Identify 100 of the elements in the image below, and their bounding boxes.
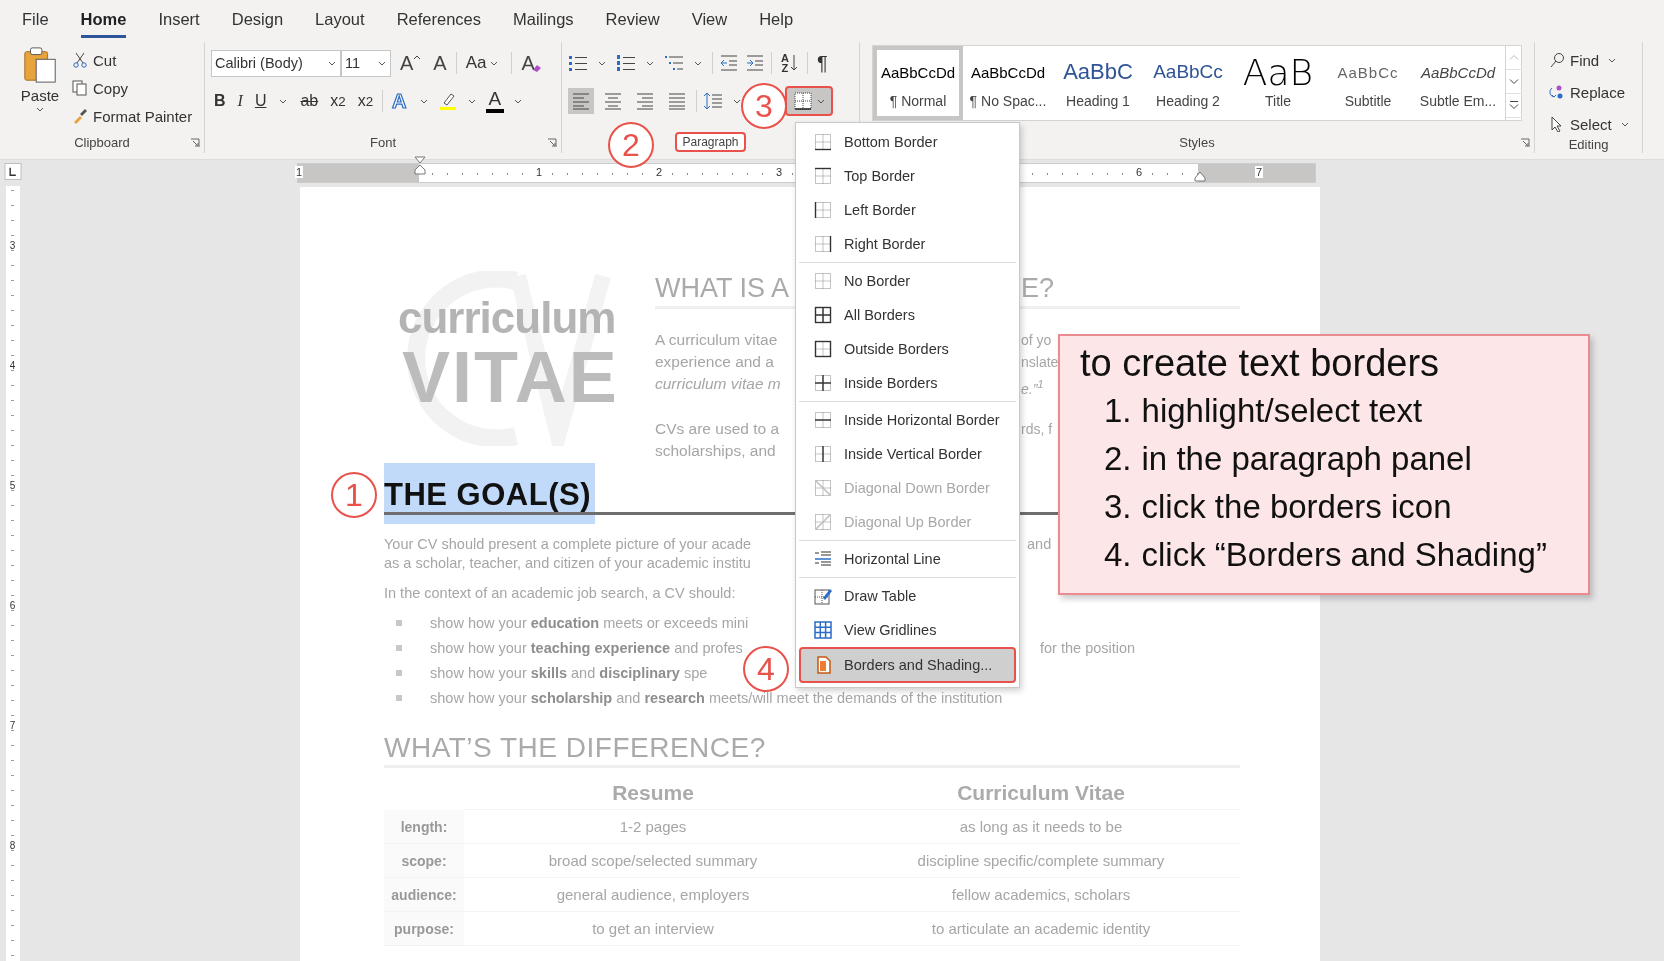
ribbon-tab[interactable]: References (396, 0, 482, 38)
menu-item[interactable]: Horizontal Line (799, 542, 1016, 576)
indent-marker-icon[interactable] (414, 156, 426, 178)
sort-button[interactable]: A Z (778, 50, 801, 76)
caret-icon[interactable] (1608, 57, 1617, 63)
caret-icon[interactable] (694, 60, 702, 66)
body-text: Your CV should present a complete picture of your acade (384, 535, 752, 554)
bullets-icon[interactable] (568, 53, 588, 73)
line-spacing-icon[interactable] (703, 91, 723, 111)
caret-icon[interactable] (467, 98, 476, 104)
menu-item[interactable]: Right Border (799, 227, 1016, 261)
bold-button[interactable]: B (211, 88, 229, 114)
step-number: 4. (1104, 536, 1132, 575)
ruler-number: 4 (8, 361, 17, 373)
tab-selector-icon[interactable] (3, 163, 22, 180)
ribbon-tab[interactable]: Design (231, 0, 284, 38)
copy-button[interactable]: Copy (72, 76, 193, 100)
caret-icon[interactable] (646, 60, 654, 66)
caret-icon[interactable] (817, 98, 825, 104)
caret-icon[interactable] (733, 98, 741, 104)
ribbon-tab[interactable]: File (22, 0, 49, 38)
replace-button[interactable]: Replace (1549, 80, 1636, 104)
format-painter-button[interactable]: Format Painter (72, 104, 193, 128)
ruler-number: 1 (295, 166, 303, 178)
style-item[interactable]: AaBbCc Subtitle (1323, 46, 1413, 120)
paste-button[interactable]: Paste (14, 42, 66, 131)
menu-item[interactable]: No Border (799, 264, 1016, 298)
logo-text: curriculum (398, 293, 616, 343)
style-item[interactable]: AaBbCcDd ¶ No Spac... (963, 46, 1053, 120)
menu-item[interactable]: View Gridlines (799, 613, 1016, 647)
style-preview: AaBbCcDd (970, 62, 1046, 83)
clipboard-icon (22, 46, 58, 84)
caret-icon[interactable] (514, 98, 523, 104)
dialog-launcher-icon[interactable] (547, 138, 557, 148)
menu-item[interactable]: Top Border (799, 159, 1016, 193)
dialog-launcher-icon[interactable] (1520, 138, 1530, 148)
caret-icon[interactable] (598, 60, 606, 66)
style-item[interactable]: AaBbCcDd Subtle Em... (1413, 46, 1503, 120)
step-text: click “Borders and Shading” (1141, 536, 1547, 575)
ruler-number: 6 (8, 601, 17, 613)
style-name: Heading 1 (1066, 93, 1130, 109)
italic-button[interactable]: I (234, 88, 246, 114)
borders-button[interactable] (785, 86, 833, 116)
menu-item[interactable]: All Borders (799, 298, 1016, 332)
group-label: Editing (1567, 136, 1610, 153)
style-item[interactable]: AaB Title (1233, 46, 1323, 120)
arrow-icon (789, 54, 798, 72)
ribbon-tab[interactable]: View (691, 0, 728, 38)
menu-item[interactable]: Left Border (799, 193, 1016, 227)
caret-icon[interactable] (328, 60, 336, 66)
ribbon-tab[interactable]: Mailings (513, 0, 574, 38)
table-cell: to get an interview (464, 912, 842, 946)
font-size-field[interactable]: 11 (341, 49, 391, 77)
caret-icon[interactable] (490, 60, 499, 66)
ribbon-tab[interactable]: Review (605, 0, 660, 38)
ribbon-tab[interactable]: Insert (158, 0, 200, 38)
cut-button[interactable]: Cut (72, 48, 193, 72)
caret-icon[interactable] (378, 60, 386, 66)
highlighter-icon[interactable] (437, 91, 458, 111)
menu-item[interactable]: Borders and Shading... (799, 647, 1016, 683)
style-item[interactable]: AaBbC Heading 1 (1053, 46, 1143, 120)
underline-button[interactable]: U (251, 88, 270, 114)
shrink-font-button[interactable]: A (430, 50, 450, 76)
step-text: in the paragraph panel (1141, 440, 1472, 479)
align-center-icon (603, 91, 623, 111)
caret-icon[interactable] (279, 98, 288, 104)
grow-font-button[interactable]: A (397, 50, 425, 76)
row-label: audience: (384, 878, 464, 912)
ribbon-tab[interactable]: Layout (315, 0, 365, 38)
group-label: Font (369, 133, 397, 151)
style-item[interactable]: AaBbCcDd ¶ Normal (873, 46, 963, 120)
style-name: Subtitle (1344, 93, 1392, 109)
strikethrough-button[interactable]: ab (297, 88, 322, 114)
menu-item[interactable]: Draw Table (799, 579, 1016, 613)
multilevel-list-icon[interactable] (664, 53, 684, 73)
step-number: 3. (1104, 488, 1132, 527)
caret-icon[interactable] (36, 107, 44, 112)
style-item[interactable]: AaBbCc Heading 2 (1143, 46, 1233, 120)
caret-icon[interactable] (419, 98, 428, 104)
change-case-button[interactable]: Aa (462, 50, 506, 76)
show-marks-button[interactable]: ¶ (813, 50, 831, 76)
font-name-field[interactable]: Calibri (Body) (211, 49, 341, 77)
caret-icon[interactable] (1620, 121, 1629, 127)
clear-formatting-button[interactable]: A (518, 50, 545, 76)
select-button[interactable]: Select (1549, 112, 1636, 136)
indent-marker-icon[interactable] (1194, 170, 1206, 182)
menu-item[interactable]: Inside Horizontal Border (799, 403, 1016, 437)
body-text: and (1027, 535, 1052, 554)
font-color-button[interactable]: A (485, 89, 505, 113)
menu-item[interactable]: Outside Borders (799, 332, 1016, 366)
row-label: purpose: (384, 912, 464, 946)
style-preview: AaB (1242, 57, 1314, 87)
menu-item[interactable]: Inside Borders (799, 366, 1016, 400)
numbering-icon[interactable] (616, 53, 636, 73)
find-button[interactable]: Find (1549, 48, 1636, 72)
ribbon-tab[interactable]: Help (759, 0, 794, 38)
menu-item[interactable]: Inside Vertical Border (799, 437, 1016, 471)
menu-item[interactable]: Bottom Border (799, 125, 1016, 159)
step-text: click the borders icon (1141, 488, 1452, 527)
dialog-launcher-icon[interactable] (190, 138, 200, 148)
